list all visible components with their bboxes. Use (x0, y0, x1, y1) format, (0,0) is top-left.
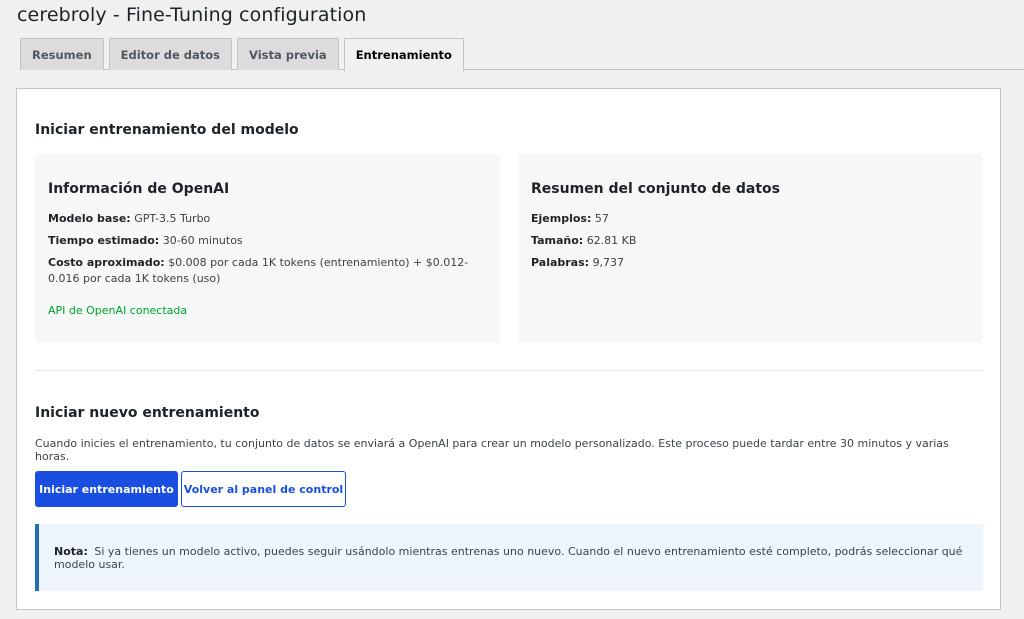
training-panel: Iniciar entrenamiento del modelo Informa… (16, 88, 1001, 610)
words-row: Palabras: 9,737 (531, 255, 970, 271)
openai-card-title: Información de OpenAI (48, 181, 230, 197)
size-label: Tamaño: (531, 234, 584, 247)
openai-info-card: Información de OpenAI Modelo base: GPT-3… (35, 154, 500, 343)
examples-row: Ejemplos: 57 (531, 211, 970, 227)
base-model-row: Modelo base: GPT-3.5 Turbo (48, 211, 487, 227)
new-training-description: Cuando inicies el entrenamiento, tu conj… (35, 437, 949, 463)
notice-label: Nota: (54, 544, 88, 558)
size-value: 62.81 KB (586, 234, 637, 247)
tab-vista-previa[interactable]: Vista previa (237, 38, 339, 70)
tab-editor-de-datos[interactable]: Editor de datos (108, 38, 233, 70)
estimated-time-label: Tiempo estimado: (48, 234, 160, 247)
tab-entrenamiento[interactable]: Entrenamiento (343, 38, 464, 71)
back-to-dashboard-button[interactable]: Volver al panel de control (181, 471, 346, 507)
info-notice: Nota: Si ya tienes un modelo activo, pue… (35, 524, 983, 591)
page-title: cerebroly - Fine-Tuning configuration (17, 4, 367, 26)
api-status: API de OpenAI conectada (48, 304, 188, 317)
examples-label: Ejemplos: (531, 212, 592, 225)
new-training-heading: Iniciar nuevo entrenamiento (35, 405, 260, 421)
dataset-summary-card: Resumen del conjunto de datos Ejemplos: … (518, 154, 983, 343)
dataset-card-title: Resumen del conjunto de datos (531, 181, 780, 197)
tab-resumen[interactable]: Resumen (20, 38, 104, 70)
notice-text: Si ya tienes un modelo activo, puedes se… (54, 544, 963, 571)
words-value: 9,737 (592, 256, 625, 269)
size-row: Tamaño: 62.81 KB (531, 233, 970, 249)
base-model-value: GPT-3.5 Turbo (134, 212, 211, 225)
examples-value: 57 (594, 212, 609, 225)
estimated-time-row: Tiempo estimado: 30-60 minutos (48, 233, 487, 249)
section-heading: Iniciar entrenamiento del modelo (35, 122, 299, 138)
base-model-label: Modelo base: (48, 212, 131, 225)
tab-bar: Resumen Editor de datos Vista previa Ent… (20, 38, 1024, 71)
cost-row: Costo aproximado: $0.008 por cada 1K tok… (48, 255, 487, 287)
section-divider (35, 370, 983, 371)
estimated-time-value: 30-60 minutos (162, 234, 243, 247)
cost-label: Costo aproximado: (48, 256, 165, 269)
words-label: Palabras: (531, 256, 590, 269)
start-training-button[interactable]: Iniciar entrenamiento (35, 471, 178, 507)
